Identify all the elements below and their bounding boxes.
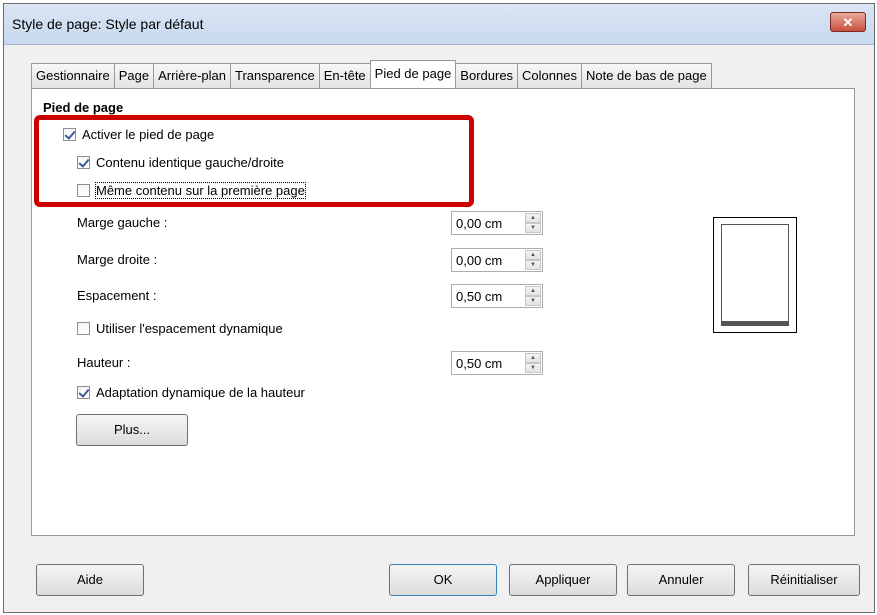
enable-footer-option[interactable]: Activer le pied de page (63, 127, 214, 142)
same-left-right-checkbox[interactable] (77, 156, 90, 169)
tab-pied-de-page[interactable]: Pied de page (369, 60, 457, 88)
spin-down-icon[interactable]: ▼ (525, 363, 541, 373)
title-bar[interactable]: Style de page: Style par défaut ✕ (4, 4, 874, 45)
help-button[interactable]: Aide (36, 564, 144, 596)
height-value: 0,50 cm (456, 356, 503, 371)
tab-en-tete[interactable]: En-tête (318, 63, 371, 88)
cancel-button[interactable]: Annuler (627, 564, 735, 596)
height-label: Hauteur : (77, 355, 131, 370)
same-first-page-checkbox[interactable] (77, 184, 90, 197)
right-margin-value: 0,00 cm (456, 253, 503, 268)
section-title: Pied de page (43, 100, 124, 115)
tab-note-de-bas-de-page[interactable]: Note de bas de page (580, 63, 712, 88)
spin-down-icon[interactable]: ▼ (525, 223, 541, 233)
ok-button[interactable]: OK (389, 564, 497, 596)
spin-up-icon[interactable]: ▲ (525, 286, 541, 296)
dynamic-spacing-option[interactable]: Utiliser l'espacement dynamique (77, 321, 283, 336)
height-spinbox[interactable]: 0,50 cm ▲ ▼ (451, 351, 543, 375)
window-title: Style de page: Style par défaut (12, 16, 204, 32)
autofit-height-option[interactable]: Adaptation dynamique de la hauteur (77, 385, 305, 400)
spacing-value: 0,50 cm (456, 289, 503, 304)
left-margin-spinbox[interactable]: 0,00 cm ▲ ▼ (451, 211, 543, 235)
spin-up-icon[interactable]: ▲ (525, 250, 541, 260)
dynamic-spacing-checkbox[interactable] (77, 322, 90, 335)
spacing-label: Espacement : (77, 288, 157, 303)
same-left-right-label: Contenu identique gauche/droite (96, 155, 284, 170)
preview-page-body (721, 224, 789, 322)
same-first-page-label: Même contenu sur la première page (95, 182, 306, 199)
left-margin-value: 0,00 cm (456, 216, 503, 231)
tab-colonnes[interactable]: Colonnes (517, 63, 582, 88)
same-first-page-option[interactable]: Même contenu sur la première page (77, 182, 306, 199)
tab-bar: Gestionnaire Page Arrière-plan Transpare… (31, 60, 712, 88)
left-margin-label: Marge gauche : (77, 215, 168, 230)
preview-footer-bar (721, 322, 789, 326)
enable-footer-checkbox[interactable] (63, 128, 76, 141)
footer-tab-panel: Pied de page Activer le pied de page Con… (31, 88, 855, 536)
more-button[interactable]: Plus... (76, 414, 188, 446)
autofit-height-checkbox[interactable] (77, 386, 90, 399)
tab-transparence[interactable]: Transparence (230, 63, 320, 88)
apply-button[interactable]: Appliquer (509, 564, 617, 596)
same-left-right-option[interactable]: Contenu identique gauche/droite (77, 155, 284, 170)
spin-down-icon[interactable]: ▼ (525, 260, 541, 270)
tab-bordures[interactable]: Bordures (455, 63, 519, 88)
autofit-height-label: Adaptation dynamique de la hauteur (96, 385, 305, 400)
spin-up-icon[interactable]: ▲ (525, 353, 541, 363)
reset-button[interactable]: Réinitialiser (748, 564, 860, 596)
tab-gestionnaire[interactable]: Gestionnaire (31, 63, 115, 88)
page-style-dialog: Style de page: Style par défaut ✕ Gestio… (3, 3, 875, 613)
tab-page[interactable]: Page (113, 63, 155, 88)
spin-up-icon[interactable]: ▲ (525, 213, 541, 223)
close-button[interactable]: ✕ (830, 12, 866, 32)
spacing-spinbox[interactable]: 0,50 cm ▲ ▼ (451, 284, 543, 308)
close-icon: ✕ (842, 15, 854, 30)
right-margin-label: Marge droite : (77, 252, 158, 267)
dynamic-spacing-label: Utiliser l'espacement dynamique (96, 321, 283, 336)
tab-arriere-plan[interactable]: Arrière-plan (153, 63, 232, 88)
page-preview (713, 217, 797, 333)
spin-down-icon[interactable]: ▼ (525, 296, 541, 306)
right-margin-spinbox[interactable]: 0,00 cm ▲ ▼ (451, 248, 543, 272)
enable-footer-label: Activer le pied de page (82, 127, 215, 142)
